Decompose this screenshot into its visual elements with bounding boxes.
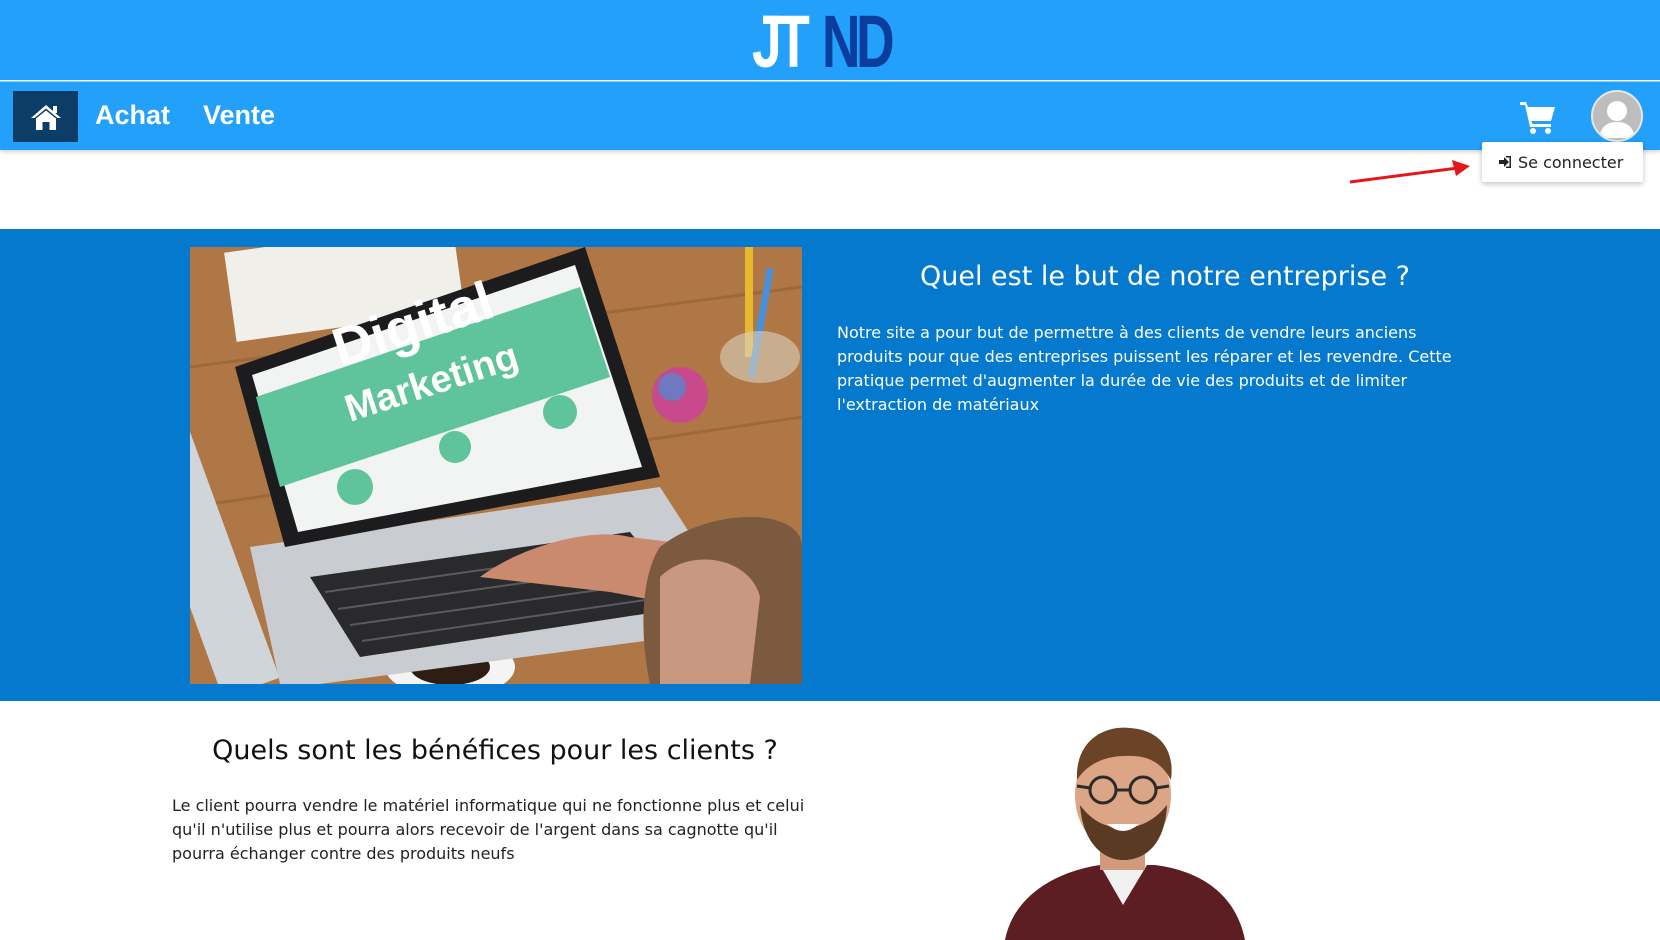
user-avatar-icon xyxy=(1593,92,1641,140)
company-goal-text: Notre site a pour but de permettre à des… xyxy=(837,323,1452,414)
logo-part-jt: JT xyxy=(752,0,810,83)
logo-part-nd: ND xyxy=(822,0,895,83)
site-logo[interactable]: JT ND xyxy=(752,0,904,83)
company-goal-section: Digital Marketing Quel est le but de not… xyxy=(0,229,1660,701)
home-icon xyxy=(30,104,61,130)
login-label: Se connecter xyxy=(1518,152,1624,172)
client-benefits-title: Quels sont les bénéfices pour les client… xyxy=(212,735,778,766)
nav-link-achat[interactable]: Achat xyxy=(95,97,170,133)
user-avatar-button[interactable] xyxy=(1591,90,1643,142)
cart-button[interactable] xyxy=(1518,96,1558,136)
smiling-man-image xyxy=(855,720,1467,940)
digital-marketing-image: Digital Marketing xyxy=(190,247,802,684)
client-benefits-text: Le client pourra vendre le matériel info… xyxy=(172,796,805,863)
shopping-cart-icon xyxy=(1520,102,1555,134)
top-header: JT ND xyxy=(0,0,1660,80)
red-arrow-annotation xyxy=(1349,160,1470,184)
main-navbar: Achat Vente xyxy=(0,81,1660,150)
company-goal-title: Quel est le but de notre entreprise ? xyxy=(919,261,1411,292)
nav-link-vente[interactable]: Vente xyxy=(203,97,275,133)
sign-in-icon xyxy=(1499,156,1511,168)
login-dropdown-item[interactable]: Se connecter xyxy=(1482,142,1643,182)
home-button[interactable] xyxy=(13,91,78,142)
